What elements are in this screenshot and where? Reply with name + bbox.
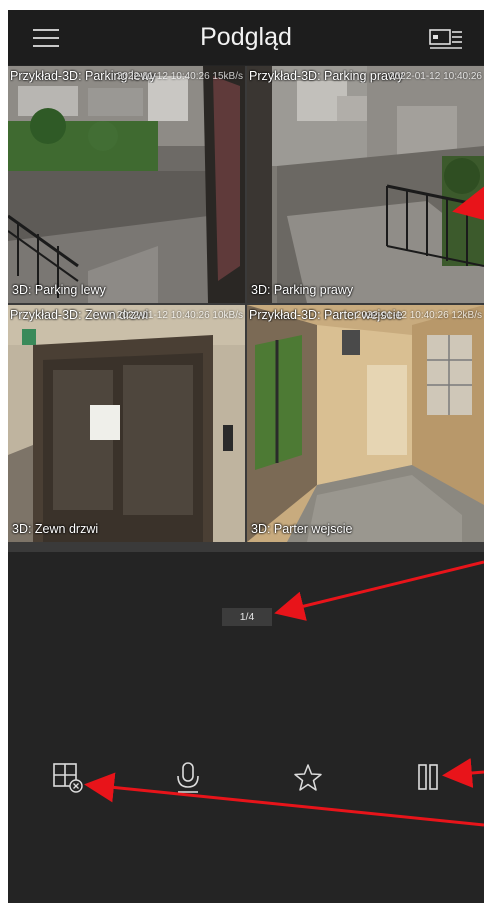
- camera-grid: Przykład-3D: Parking lewy 2022-01-12 10:…: [8, 66, 484, 552]
- layout-close-icon: [53, 763, 83, 793]
- camera-feed-image: [247, 305, 484, 542]
- annotation-arrow-page-indicator: [274, 560, 484, 621]
- annotation-arrow-pause: [442, 758, 484, 788]
- camera-list-icon: [429, 29, 462, 49]
- timestamp-text: 2022-01-12 10:40:26: [389, 71, 482, 82]
- camera-feed-image: [8, 305, 245, 542]
- hamburger-menu-icon: [33, 29, 59, 47]
- favorite-button[interactable]: [288, 760, 328, 796]
- camera-timestamp: 2022-01-12 10:40:26 15kB/s: [117, 71, 243, 82]
- camera-tile-parter-wejscie[interactable]: Przykład-3D: Parter wejscie 2022-01-12 1…: [247, 305, 484, 542]
- microphone-icon: [177, 762, 199, 793]
- camera-name-label: 3D: Zewn drzwi: [12, 522, 99, 536]
- camera-feed-image: [247, 66, 484, 303]
- camera-name-label: 3D: Parking lewy: [12, 283, 106, 297]
- talk-button[interactable]: [168, 760, 208, 796]
- bitrate-text: 10kB/s: [212, 310, 243, 321]
- device-list-button[interactable]: [426, 24, 466, 52]
- camera-timestamp: 2022-01-12 10:40:26 10kB/s: [117, 310, 243, 321]
- menu-button[interactable]: [30, 24, 62, 52]
- timestamp-text: 2022-01-12 10:40:26: [116, 71, 210, 82]
- close-layout-button[interactable]: [46, 760, 86, 796]
- page-indicator: 1/4: [222, 608, 272, 626]
- camera-timestamp: 2022-01-12 10:40:26: [389, 71, 482, 82]
- camera-feed-image: [8, 66, 245, 303]
- timestamp-text: 2022-01-12 10:40:26: [355, 310, 449, 321]
- camera-tile-zewn-drzwi[interactable]: Przykład-3D: Zewn drzwi 2022-01-12 10:40…: [8, 305, 245, 542]
- live-view-screen: Podgląd Przykład-3D: Parking lewy 2022-0…: [8, 10, 484, 903]
- timestamp-text: 2022-01-12 10:40:26: [116, 310, 210, 321]
- top-bar: Podgląd: [8, 10, 484, 65]
- bitrate-text: 12kB/s: [451, 310, 482, 321]
- camera-tile-parking-lewy[interactable]: Przykład-3D: Parking lewy 2022-01-12 10:…: [8, 66, 245, 303]
- camera-name-label: 3D: Parter wejscie: [251, 522, 353, 536]
- pause-icon: [418, 764, 438, 790]
- camera-name-label: 3D: Parking prawy: [251, 283, 354, 297]
- pause-all-button[interactable]: [408, 760, 448, 796]
- bitrate-text: 15kB/s: [212, 71, 243, 82]
- page-title: Podgląd: [200, 23, 292, 51]
- camera-timestamp: 2022-01-12 10:40:26 12kB/s: [356, 310, 482, 321]
- camera-tile-parking-prawy[interactable]: Przykład-3D: Parking prawy 2022-01-12 10…: [247, 66, 484, 303]
- star-icon: [294, 764, 322, 791]
